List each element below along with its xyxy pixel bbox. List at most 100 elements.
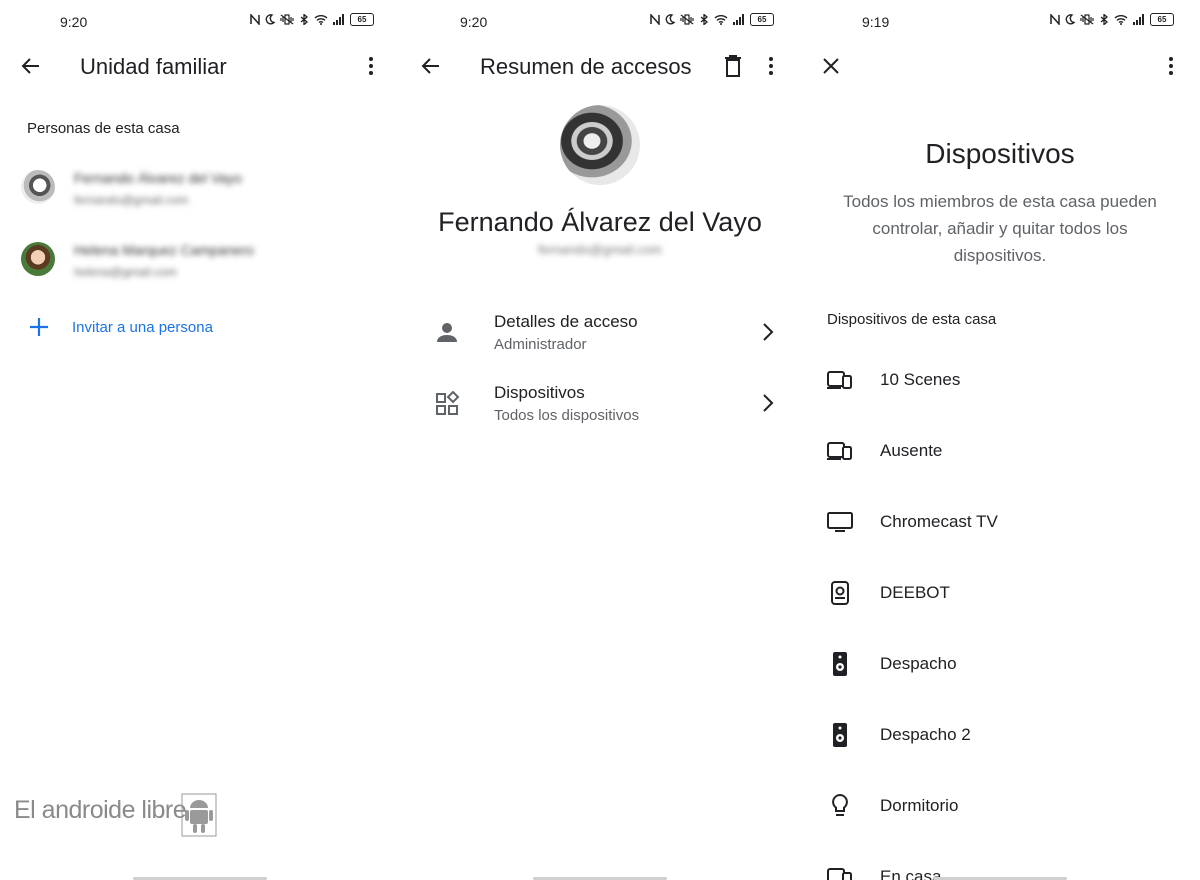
android-mascot-icon (181, 793, 217, 837)
more-options-button[interactable] (356, 51, 386, 81)
vibrate-icon (280, 14, 294, 25)
battery-icon: 65 (350, 13, 374, 26)
delete-button[interactable] (718, 51, 748, 81)
avatar (21, 170, 55, 204)
device-name: Despacho (880, 654, 957, 673)
devices-section-label: Dispositivos de esta casa (827, 311, 997, 328)
arrow-back-icon (421, 58, 439, 74)
page-title: Resumen de accesos (480, 54, 692, 79)
more-options-button[interactable] (756, 51, 786, 81)
profile-avatar (560, 105, 640, 185)
invite-person-button[interactable]: Invitar a una persona (28, 316, 213, 338)
status-bar: 9:20 65 (400, 0, 800, 44)
robot-vacuum-icon (831, 581, 849, 605)
status-bar: 9:19 65 (800, 0, 1200, 44)
devices-row[interactable]: Dispositivos Todos los dispositivos (400, 383, 800, 443)
vibrate-icon (680, 14, 694, 25)
back-button[interactable] (416, 51, 446, 81)
row-title: Dispositivos (494, 383, 585, 402)
device-item[interactable]: Despacho 2 (800, 711, 1200, 761)
device-item[interactable]: Ausente (800, 427, 1200, 477)
signal-icon (1133, 14, 1144, 25)
people-section-label: Personas de esta casa (27, 120, 180, 137)
status-time: 9:19 (862, 14, 890, 30)
device-name: Ausente (880, 441, 943, 460)
devices-icon (827, 371, 852, 389)
chevron-right-icon (763, 394, 774, 412)
device-item[interactable]: Despacho (800, 640, 1200, 690)
bluetooth-icon (1100, 14, 1109, 25)
device-item[interactable]: DEEBOT (800, 569, 1200, 619)
device-item[interactable]: Dormitorio (800, 782, 1200, 832)
widgets-icon (436, 391, 460, 415)
status-bar: 9:20 65 (0, 0, 400, 44)
status-time: 9:20 (60, 14, 88, 30)
wifi-icon (1114, 15, 1128, 25)
moon-icon (1065, 14, 1075, 25)
trash-icon (725, 55, 741, 77)
row-subtitle: Todos los dispositivos (494, 407, 640, 424)
more-options-button[interactable] (1156, 51, 1186, 81)
invite-label: Invitar a una persona (72, 318, 213, 336)
plus-icon (30, 318, 48, 336)
back-button[interactable] (16, 51, 46, 81)
device-name: Chromecast TV (880, 512, 998, 531)
devices-icon (827, 868, 852, 880)
access-details-row[interactable]: Detalles de acceso Administrador (400, 312, 800, 372)
arrow-back-icon (21, 58, 39, 74)
chevron-right-icon (763, 323, 774, 341)
row-subtitle: Administrador (494, 336, 587, 353)
device-item[interactable]: Chromecast TV (800, 498, 1200, 548)
person-name: Fernando Álvarez del Vayo (438, 207, 762, 237)
status-time: 9:20 (460, 14, 488, 30)
watermark: El androide libre (14, 796, 187, 825)
moon-icon (265, 14, 275, 25)
lightbulb-icon (832, 794, 848, 816)
vibrate-icon (1080, 14, 1094, 25)
moon-icon (665, 14, 675, 25)
watermark-text: El androide libre (14, 796, 187, 824)
battery-icon: 65 (750, 13, 774, 26)
page-title: Dispositivos (925, 138, 1075, 169)
bluetooth-icon (300, 14, 309, 25)
nfc-icon (650, 14, 660, 25)
person-email: fernando@gmail.com (538, 242, 662, 257)
devices-description: Todos los miembros de esta casa pueden c… (843, 192, 1157, 265)
device-item[interactable]: 10 Scenes (800, 356, 1200, 406)
more-vert-icon (769, 57, 773, 75)
avatar (21, 242, 55, 276)
wifi-icon (714, 15, 728, 25)
signal-icon (333, 14, 344, 25)
person-name: Helena Marquez Campanero (74, 242, 254, 258)
device-name: Despacho 2 (880, 725, 971, 744)
person-icon (437, 323, 457, 342)
nfc-icon (250, 14, 260, 25)
bluetooth-icon (700, 14, 709, 25)
status-icons: 65 (650, 13, 774, 26)
person-email: helena@gmail.com (74, 265, 177, 279)
devices-icon (827, 442, 852, 460)
signal-icon (733, 14, 744, 25)
status-icons: 65 (1050, 13, 1174, 26)
device-item[interactable]: En casa (800, 853, 1200, 880)
speaker-icon (833, 723, 847, 747)
access-summary-screen: 9:20 65 Resumen de accesos Fernando Álva… (400, 0, 800, 880)
device-name: Dormitorio (880, 796, 959, 815)
devices-screen: 9:19 65 Dispositivos Todos los miembros … (800, 0, 1200, 880)
speaker-icon (833, 652, 847, 676)
family-unit-screen: 9:20 65 Unidad familiar Personas de esta… (0, 0, 400, 880)
row-title: Detalles de acceso (494, 312, 638, 331)
nfc-icon (1050, 14, 1060, 25)
device-name: 10 Scenes (880, 370, 961, 389)
wifi-icon (314, 15, 328, 25)
close-icon (823, 58, 839, 74)
person-list-item[interactable]: Helena Marquez Campanero helena@gmail.co… (0, 232, 400, 288)
tv-icon (827, 512, 853, 532)
more-vert-icon (1169, 57, 1173, 75)
person-list-item[interactable]: Fernando Álvarez del Vayo fernando@gmail… (0, 160, 400, 216)
status-icons: 65 (250, 13, 374, 26)
close-button[interactable] (816, 51, 846, 81)
person-name: Fernando Álvarez del Vayo (74, 170, 242, 186)
more-vert-icon (369, 57, 373, 75)
page-title: Unidad familiar (80, 54, 227, 79)
